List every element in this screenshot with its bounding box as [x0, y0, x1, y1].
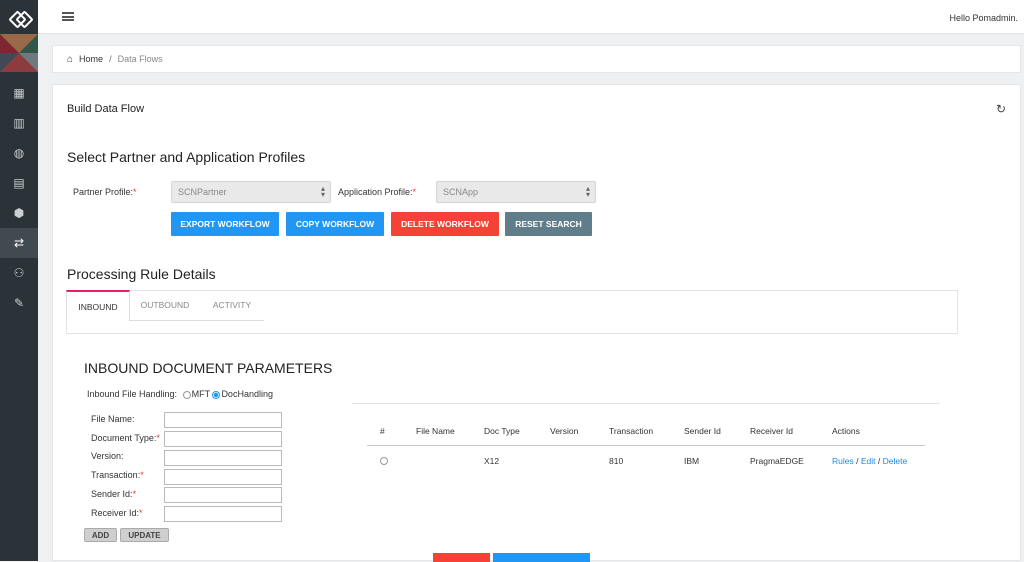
- receiver-id-input[interactable]: [164, 506, 282, 522]
- delete-link[interactable]: Delete: [883, 456, 908, 466]
- users-icon[interactable]: ⚇: [0, 258, 38, 288]
- panel-title: Build Data Flow: [67, 103, 145, 115]
- sidebar: ▦ ▥ ◍ ▤ ⬢ ⇄ ⚇ ✎: [0, 0, 38, 561]
- file-chart-icon[interactable]: ▤: [0, 168, 38, 198]
- reset-search-button[interactable]: RESET SEARCH: [505, 212, 592, 236]
- main-panel: Build Data Flow ↻ Select Partner and App…: [52, 84, 1021, 562]
- wrench-icon[interactable]: ✎: [0, 288, 38, 318]
- add-button[interactable]: ADD: [84, 528, 117, 542]
- breadcrumb-home[interactable]: Home: [79, 54, 103, 64]
- application-profile-select[interactable]: SCNApp ▴ ▾: [436, 181, 596, 203]
- tab-activity[interactable]: ACTIVITY: [200, 290, 264, 320]
- home-icon[interactable]: ⌂: [67, 54, 73, 65]
- mft-radio[interactable]: [182, 390, 191, 399]
- cell-transaction: 810: [609, 456, 624, 466]
- action-separator: /: [877, 456, 881, 466]
- top-bar: Hello Pomadmin.: [38, 0, 1024, 34]
- mft-label[interactable]: MFT: [192, 389, 210, 399]
- breadcrumb-separator: /: [109, 54, 112, 64]
- exchange-icon[interactable]: ⇄: [0, 228, 38, 258]
- table-header-divider: [367, 445, 925, 446]
- globe-icon[interactable]: ◍: [0, 138, 38, 168]
- decorative-banner: [0, 34, 38, 72]
- table-icon[interactable]: ▦: [0, 78, 38, 108]
- application-profile-label: Application Profile:*: [338, 187, 417, 197]
- col-header-receiver-id: Receiver Id: [750, 426, 793, 436]
- col-header-version: Version: [550, 426, 579, 436]
- partner-profile-select[interactable]: SCNPartner ▴ ▾: [171, 181, 331, 203]
- user-greeting[interactable]: Hello Pomadmin.: [949, 13, 1018, 23]
- col-header-sender-id: Sender Id: [684, 426, 721, 436]
- document-type-input[interactable]: [164, 431, 282, 447]
- dochandling-label[interactable]: DocHandling: [221, 389, 273, 399]
- delete-workflow-button[interactable]: DELETE WORKFLOW: [391, 212, 499, 236]
- sender-id-input[interactable]: [164, 487, 282, 503]
- col-header-number: #: [380, 426, 385, 436]
- logo-icon[interactable]: [0, 0, 38, 34]
- bar-chart-icon[interactable]: ▥: [0, 108, 38, 138]
- col-header-actions: Actions: [832, 426, 860, 436]
- profiles-heading: Select Partner and Application Profiles: [67, 149, 306, 165]
- file-handling-row: Inbound File Handling: MFT DocHandling: [87, 389, 273, 399]
- sender-id-label: Sender Id:*: [91, 489, 137, 499]
- tab-outbound[interactable]: OUTBOUND: [130, 290, 200, 320]
- file-name-label: File Name:: [91, 414, 135, 424]
- receiver-id-label: Receiver Id:*: [91, 508, 143, 518]
- cube-icon[interactable]: ⬢: [0, 198, 38, 228]
- col-header-transaction: Transaction: [609, 426, 654, 436]
- cell-doc-type: X12: [484, 456, 500, 466]
- col-header-file-name: File Name: [416, 426, 455, 436]
- file-handling-label: Inbound File Handling:: [87, 389, 178, 399]
- select-arrows-icon: ▴ ▾: [585, 184, 590, 199]
- version-label: Version:: [91, 451, 124, 461]
- table-top-divider: [352, 403, 940, 404]
- update-button[interactable]: UPDATE: [120, 528, 169, 542]
- copy-workflow-button[interactable]: COPY WORKFLOW: [286, 212, 384, 236]
- menu-icon[interactable]: [62, 12, 74, 21]
- breadcrumb: ⌂ Home / Data Flows: [52, 45, 1021, 73]
- dochandling-radio[interactable]: [212, 390, 221, 399]
- document-type-label: Document Type:*: [91, 433, 160, 443]
- cell-receiver-id: PragmaEDGE: [750, 456, 804, 466]
- file-name-input[interactable]: [164, 412, 282, 428]
- export-workflow-button[interactable]: EXPORT WORKFLOW: [171, 212, 279, 236]
- refresh-icon[interactable]: ↻: [996, 102, 1006, 116]
- action-separator: /: [856, 456, 859, 466]
- transaction-input[interactable]: [164, 469, 282, 485]
- edit-link[interactable]: Edit: [861, 456, 876, 466]
- tab-content-divider: [66, 333, 958, 334]
- row-select-radio[interactable]: [380, 457, 388, 465]
- tab-inbound[interactable]: INBOUND: [66, 290, 130, 321]
- inbound-heading: INBOUND DOCUMENT PARAMETERS: [84, 360, 333, 376]
- cell-sender-id: IBM: [684, 456, 700, 466]
- rules-heading: Processing Rule Details: [67, 266, 216, 282]
- breadcrumb-current: Data Flows: [117, 54, 163, 64]
- partner-profile-label: Partner Profile:*: [73, 187, 137, 197]
- cell-actions: Rules / Edit / Delete: [832, 456, 907, 466]
- rules-link[interactable]: Rules: [832, 456, 854, 466]
- transaction-label: Transaction:*: [91, 470, 144, 480]
- select-arrows-icon: ▴ ▾: [320, 184, 325, 199]
- version-input[interactable]: [164, 450, 282, 466]
- col-header-doc-type: Doc Type: [484, 426, 520, 436]
